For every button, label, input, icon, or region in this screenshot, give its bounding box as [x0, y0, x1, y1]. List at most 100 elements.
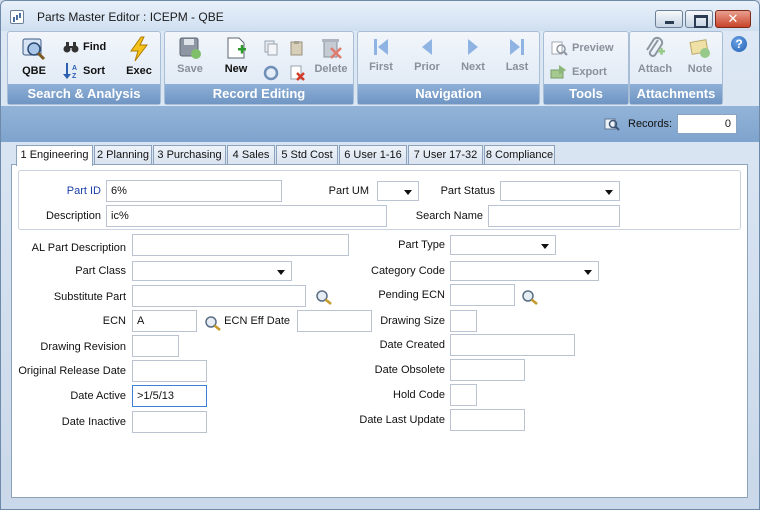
original-release-date-field[interactable]	[132, 360, 207, 382]
first-record-icon	[374, 39, 388, 55]
part-id-label: Part ID	[66, 185, 101, 197]
close-button[interactable]: ✕	[715, 10, 751, 28]
sort-icon: A Z	[63, 63, 77, 80]
navigation-group: First Prior Next Last Navigation	[357, 31, 540, 105]
last-button[interactable]: Last	[498, 36, 536, 73]
search-name-field[interactable]	[488, 205, 620, 227]
first-label: First	[369, 61, 393, 73]
search-analysis-group-label: Search & Analysis	[8, 84, 160, 104]
date-created-label: Date Created	[379, 339, 445, 351]
date-created-field[interactable]	[450, 334, 575, 356]
tab-user-17-32[interactable]: 7 User 17-32	[408, 145, 483, 165]
help-icon[interactable]: ?	[731, 36, 747, 52]
qbe-label: QBE	[22, 65, 46, 77]
date-inactive-field[interactable]	[132, 411, 207, 433]
ecn-eff-date-field[interactable]	[297, 310, 372, 332]
tab-engineering[interactable]: 1 Engineering	[16, 145, 93, 166]
record-editing-group-label: Record Editing	[165, 84, 353, 104]
save-icon	[179, 37, 201, 59]
exec-label: Exec	[126, 65, 152, 77]
part-class-select[interactable]	[132, 261, 292, 281]
part-status-select[interactable]	[500, 181, 620, 201]
part-um-label: Part UM	[328, 185, 369, 197]
ecn-lookup-icon[interactable]	[203, 315, 221, 331]
tab-compliance[interactable]: 8 Compliance	[484, 145, 555, 165]
tab-std-cost[interactable]: 5 Std Cost	[276, 145, 338, 165]
substitute-part-label: Substitute Part	[53, 291, 126, 303]
hold-code-field[interactable]	[450, 384, 477, 406]
sort-button[interactable]: A Z Sort	[63, 62, 105, 80]
tab-purchasing[interactable]: 3 Purchasing	[153, 145, 226, 165]
qbe-button[interactable]: QBE	[14, 36, 54, 77]
save-button[interactable]: Save	[171, 36, 209, 75]
tab-planning[interactable]: 2 Planning	[94, 145, 152, 165]
preview-button[interactable]: Preview	[550, 40, 614, 56]
paperclip-icon	[646, 36, 665, 57]
preview-label: Preview	[572, 41, 614, 54]
date-last-update-field[interactable]	[450, 409, 525, 431]
new-button[interactable]: New	[217, 36, 255, 75]
delete-button[interactable]: Delete	[311, 36, 351, 75]
original-release-date-label: Original Release Date	[18, 365, 126, 377]
ribbon: QBE Find A Z Sort Exec Search & Analysis…	[7, 31, 755, 105]
substitute-part-lookup-icon[interactable]	[314, 289, 332, 305]
drawing-revision-field[interactable]	[132, 335, 179, 357]
tools-group: Preview Export Tools	[543, 31, 629, 105]
drawing-size-field[interactable]	[450, 310, 477, 332]
part-id-field[interactable]: 6%	[106, 180, 282, 202]
tab-user-1-16[interactable]: 6 User 1-16	[339, 145, 407, 165]
exec-button[interactable]: Exec	[120, 36, 158, 77]
new-label: New	[224, 63, 248, 75]
first-button[interactable]: First	[362, 36, 400, 73]
title-bar: Parts Master Editor : ICEPM - QBE ✕	[1, 1, 759, 31]
category-code-select[interactable]	[450, 261, 599, 281]
export-label: Export	[572, 65, 607, 78]
tab-sales[interactable]: 4 Sales	[227, 145, 275, 165]
substitute-part-field[interactable]	[132, 285, 306, 307]
category-code-label: Category Code	[371, 265, 445, 277]
record-search-icon[interactable]	[604, 117, 620, 131]
delete-label: Delete	[314, 63, 348, 75]
search-analysis-group: QBE Find A Z Sort Exec Search & Analysis	[7, 31, 161, 105]
attach-button[interactable]: Attach	[634, 36, 676, 75]
date-obsolete-label: Date Obsolete	[374, 364, 445, 376]
ecn-label: ECN	[102, 315, 126, 327]
ecn-eff-date-label: ECN Eff Date	[224, 315, 290, 327]
find-button[interactable]: Find	[63, 40, 106, 54]
refresh-icon[interactable]	[263, 65, 279, 81]
tools-group-label: Tools	[544, 84, 628, 104]
export-button[interactable]: Export	[550, 64, 607, 80]
next-button[interactable]: Next	[454, 36, 492, 73]
pending-ecn-lookup-icon[interactable]	[520, 289, 538, 305]
al-part-description-field[interactable]	[132, 234, 349, 256]
date-inactive-label: Date Inactive	[61, 416, 126, 428]
engineering-panel: Part ID 6% Part UM Part Status Descripti…	[11, 164, 748, 498]
drawing-size-label: Drawing Size	[380, 315, 445, 327]
prior-button[interactable]: Prior	[408, 36, 446, 73]
part-status-label: Part Status	[440, 185, 495, 197]
next-record-icon	[468, 39, 478, 55]
date-obsolete-field[interactable]	[450, 359, 525, 381]
description-field[interactable]: ic%	[106, 205, 387, 227]
svg-text:Z: Z	[72, 73, 77, 80]
save-label: Save	[177, 63, 203, 75]
pending-ecn-field[interactable]	[450, 284, 515, 306]
note-button[interactable]: Note	[680, 36, 720, 75]
maximize-button[interactable]	[685, 10, 713, 28]
trash-icon	[322, 39, 342, 59]
copy-icon[interactable]	[263, 40, 279, 56]
paste-icon[interactable]	[289, 40, 305, 56]
date-active-field[interactable]: >1/5/13	[132, 385, 207, 407]
date-last-update-label: Date Last Update	[359, 414, 445, 426]
record-editing-group: Save New Delete Record Editing	[164, 31, 354, 105]
export-icon	[550, 65, 566, 79]
minimize-button[interactable]	[655, 10, 683, 28]
next-label: Next	[461, 61, 485, 73]
svg-text:A: A	[72, 65, 77, 72]
description-label: Description	[45, 210, 101, 222]
records-count: 0	[677, 114, 737, 134]
delete-document-icon[interactable]	[289, 65, 305, 81]
part-um-select[interactable]	[377, 181, 419, 201]
part-type-select[interactable]	[450, 235, 556, 255]
ecn-field[interactable]: A	[132, 310, 197, 332]
